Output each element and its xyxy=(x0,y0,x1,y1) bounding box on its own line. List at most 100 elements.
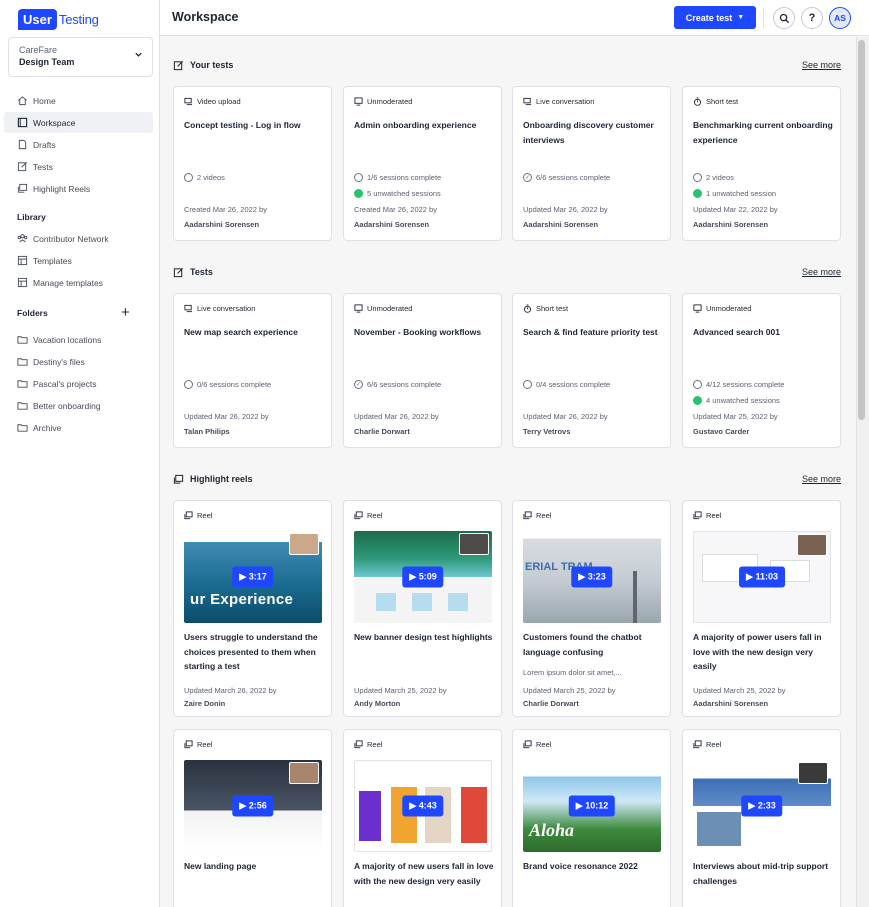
reel-title: New banner design test highlights xyxy=(354,632,493,642)
folder-icon xyxy=(17,358,28,366)
workspace-icon xyxy=(17,117,28,128)
reel-type: Reel xyxy=(523,511,551,520)
library-label: Library xyxy=(17,212,46,222)
reel-thumbnail[interactable]: ERIAL TRAM ▶ 3:23 xyxy=(523,531,661,623)
reel-card[interactable]: Reel ur Experience ▶ 3:17 Users struggle… xyxy=(173,500,332,717)
reel-label: Reel xyxy=(706,740,722,749)
unmoderated-icon xyxy=(354,97,363,106)
play-button[interactable]: ▶ 5:09 xyxy=(402,566,444,588)
sidebar-item-templates[interactable]: Templates xyxy=(4,250,153,271)
test-title: Search & find feature priority test xyxy=(523,327,658,337)
reel-card[interactable]: Reel ▶ 5:09 New banner design test highl… xyxy=(343,500,502,717)
folder-item[interactable]: Pascal's projects xyxy=(4,373,153,394)
folder-label: Archive xyxy=(33,422,62,433)
reel-author: Andy Morton xyxy=(354,699,401,708)
reel-label: Reel xyxy=(197,511,213,520)
team-switcher[interactable]: CareFare Design Team xyxy=(8,37,153,77)
reel-thumbnail[interactable]: ▶ 2:33 xyxy=(693,760,831,852)
logo-text: Testing xyxy=(58,11,99,27)
reel-thumbnail[interactable]: ur Experience ▶ 3:17 xyxy=(184,531,322,623)
test-card[interactable]: Unmoderated November - Booking workflows… xyxy=(343,293,502,448)
play-button[interactable]: ▶ 10:12 xyxy=(568,795,616,817)
create-test-button[interactable]: Create test ▼ xyxy=(674,6,756,29)
app: User Testing CareFare Design Team Home W… xyxy=(0,0,869,907)
test-type-label: Video upload xyxy=(197,97,241,106)
sidebar-item-tests[interactable]: Tests xyxy=(4,156,153,177)
stat-text: 1 unwatched session xyxy=(706,189,777,198)
sidebar-item-manage-templates[interactable]: Manage templates xyxy=(4,272,153,293)
test-title: Benchmarking current onboarding experien… xyxy=(693,120,833,145)
reel-type: Reel xyxy=(184,740,212,749)
reel-card[interactable]: Reel ▶ 4:43 A majority of new users fall… xyxy=(343,729,502,907)
play-button[interactable]: ▶ 2:33 xyxy=(741,795,783,817)
scrollbar-thumb[interactable] xyxy=(858,40,865,420)
see-more-link[interactable]: See more xyxy=(802,474,841,484)
reel-card[interactable]: Reel ▶ 2:33 Interviews about mid-trip su… xyxy=(682,729,841,907)
play-button[interactable]: ▶ 3:17 xyxy=(232,566,274,588)
folder-item[interactable]: Destiny's files xyxy=(4,351,153,372)
folder-item[interactable]: Archive xyxy=(4,417,153,438)
test-card[interactable]: Unmoderated Advanced search 001 4/12 ses… xyxy=(682,293,841,448)
sidebar-item-workspace[interactable]: Workspace xyxy=(4,112,153,133)
reel-duration: 4:43 xyxy=(418,800,437,811)
reel-thumbnail[interactable]: ▶ 5:09 xyxy=(354,531,492,623)
stat-text: 5 unwatched sessions xyxy=(367,189,441,198)
reel-thumbnail[interactable]: ▶ 4:43 xyxy=(354,760,492,852)
reel-card[interactable]: Reel Aloha ▶ 10:12 Brand voice resonance… xyxy=(512,729,671,907)
sidebar-item-home[interactable]: Home xyxy=(4,90,153,111)
see-more-link[interactable]: See more xyxy=(802,267,841,277)
help-button[interactable]: ? xyxy=(801,7,823,29)
test-stat: ✓ 6/6 sessions complete xyxy=(354,380,441,389)
test-card[interactable]: Unmoderated Admin onboarding experience … xyxy=(343,86,502,241)
test-stat: 0/6 sessions complete xyxy=(184,380,271,389)
see-more-link[interactable]: See more xyxy=(802,60,841,70)
sidebar-item-contributor-network[interactable]: Contributor Network xyxy=(4,228,153,249)
reel-card[interactable]: Reel ▶ 2:56 New landing page xyxy=(173,729,332,907)
highlight-reels-header: Highlight reels See more xyxy=(173,472,841,488)
sidebar-item-drafts[interactable]: Drafts xyxy=(4,134,153,155)
test-type-label: Live conversation xyxy=(197,304,256,313)
play-button[interactable]: ▶ 4:43 xyxy=(402,795,444,817)
reel-card[interactable]: Reel ERIAL TRAM ▶ 3:23 Customers found t… xyxy=(512,500,671,717)
reel-thumbnail[interactable]: ▶ 11:03 xyxy=(693,531,831,623)
folder-item[interactable]: Vacation locations xyxy=(4,329,153,350)
search-icon xyxy=(779,13,789,23)
test-card[interactable]: Live conversation New map search experie… xyxy=(173,293,332,448)
avatar[interactable]: AS xyxy=(829,7,851,29)
play-button[interactable]: ▶ 11:03 xyxy=(739,566,785,588)
test-author: Aadarshini Sorensen xyxy=(184,220,260,229)
reel-thumbnail[interactable]: ▶ 2:56 xyxy=(184,760,322,852)
webcam-thumbnail xyxy=(797,534,827,556)
reel-icon xyxy=(354,740,363,749)
sidebar-item-highlight-reels[interactable]: Highlight Reels xyxy=(4,178,153,199)
play-button[interactable]: ▶ 2:56 xyxy=(232,795,274,817)
reel-thumbnail[interactable]: Aloha ▶ 10:12 xyxy=(523,760,661,852)
test-stat-unwatched: 1 unwatched session xyxy=(693,189,776,198)
webcam-thumbnail xyxy=(798,762,828,784)
home-icon xyxy=(18,96,27,106)
add-folder-button[interactable]: + xyxy=(121,305,130,320)
search-button[interactable] xyxy=(773,7,795,29)
reel-title: Users struggle to understand the choices… xyxy=(184,632,318,671)
main-content: Your tests See more Video upload Concept… xyxy=(160,37,856,907)
reel-card[interactable]: Reel ▶ 11:03 A majority of power users f… xyxy=(682,500,841,717)
page-title: Workspace xyxy=(172,10,239,24)
test-card[interactable]: Video upload Concept testing - Log in fl… xyxy=(173,86,332,241)
test-card[interactable]: Live conversation Onboarding discovery c… xyxy=(512,86,671,241)
play-button[interactable]: ▶ 3:23 xyxy=(571,566,613,588)
test-card[interactable]: Short test Benchmarking current onboardi… xyxy=(682,86,841,241)
reel-icon xyxy=(173,474,184,484)
reel-desc: Lorem ipsum dolor sit amet,... xyxy=(523,668,622,677)
thumbnail-text: Aloha xyxy=(529,820,575,840)
folder-item[interactable]: Better onboarding xyxy=(4,395,153,416)
reel-title: A majority of power users fall in love w… xyxy=(693,632,822,671)
reel-icon xyxy=(693,740,702,749)
stat-text: 4 unwatched sessions xyxy=(706,396,780,405)
reel-title: Brand voice resonance 2022 xyxy=(523,861,638,871)
test-stat: 1/6 sessions complete xyxy=(354,173,441,182)
test-card[interactable]: Short test Search & find feature priorit… xyxy=(512,293,671,448)
stopwatch-icon xyxy=(693,97,702,106)
usertesting-logo[interactable]: User Testing xyxy=(18,8,99,30)
test-meta: Updated Mar 26, 2022 by xyxy=(354,412,439,421)
test-stat-unwatched: 5 unwatched sessions xyxy=(354,189,441,198)
